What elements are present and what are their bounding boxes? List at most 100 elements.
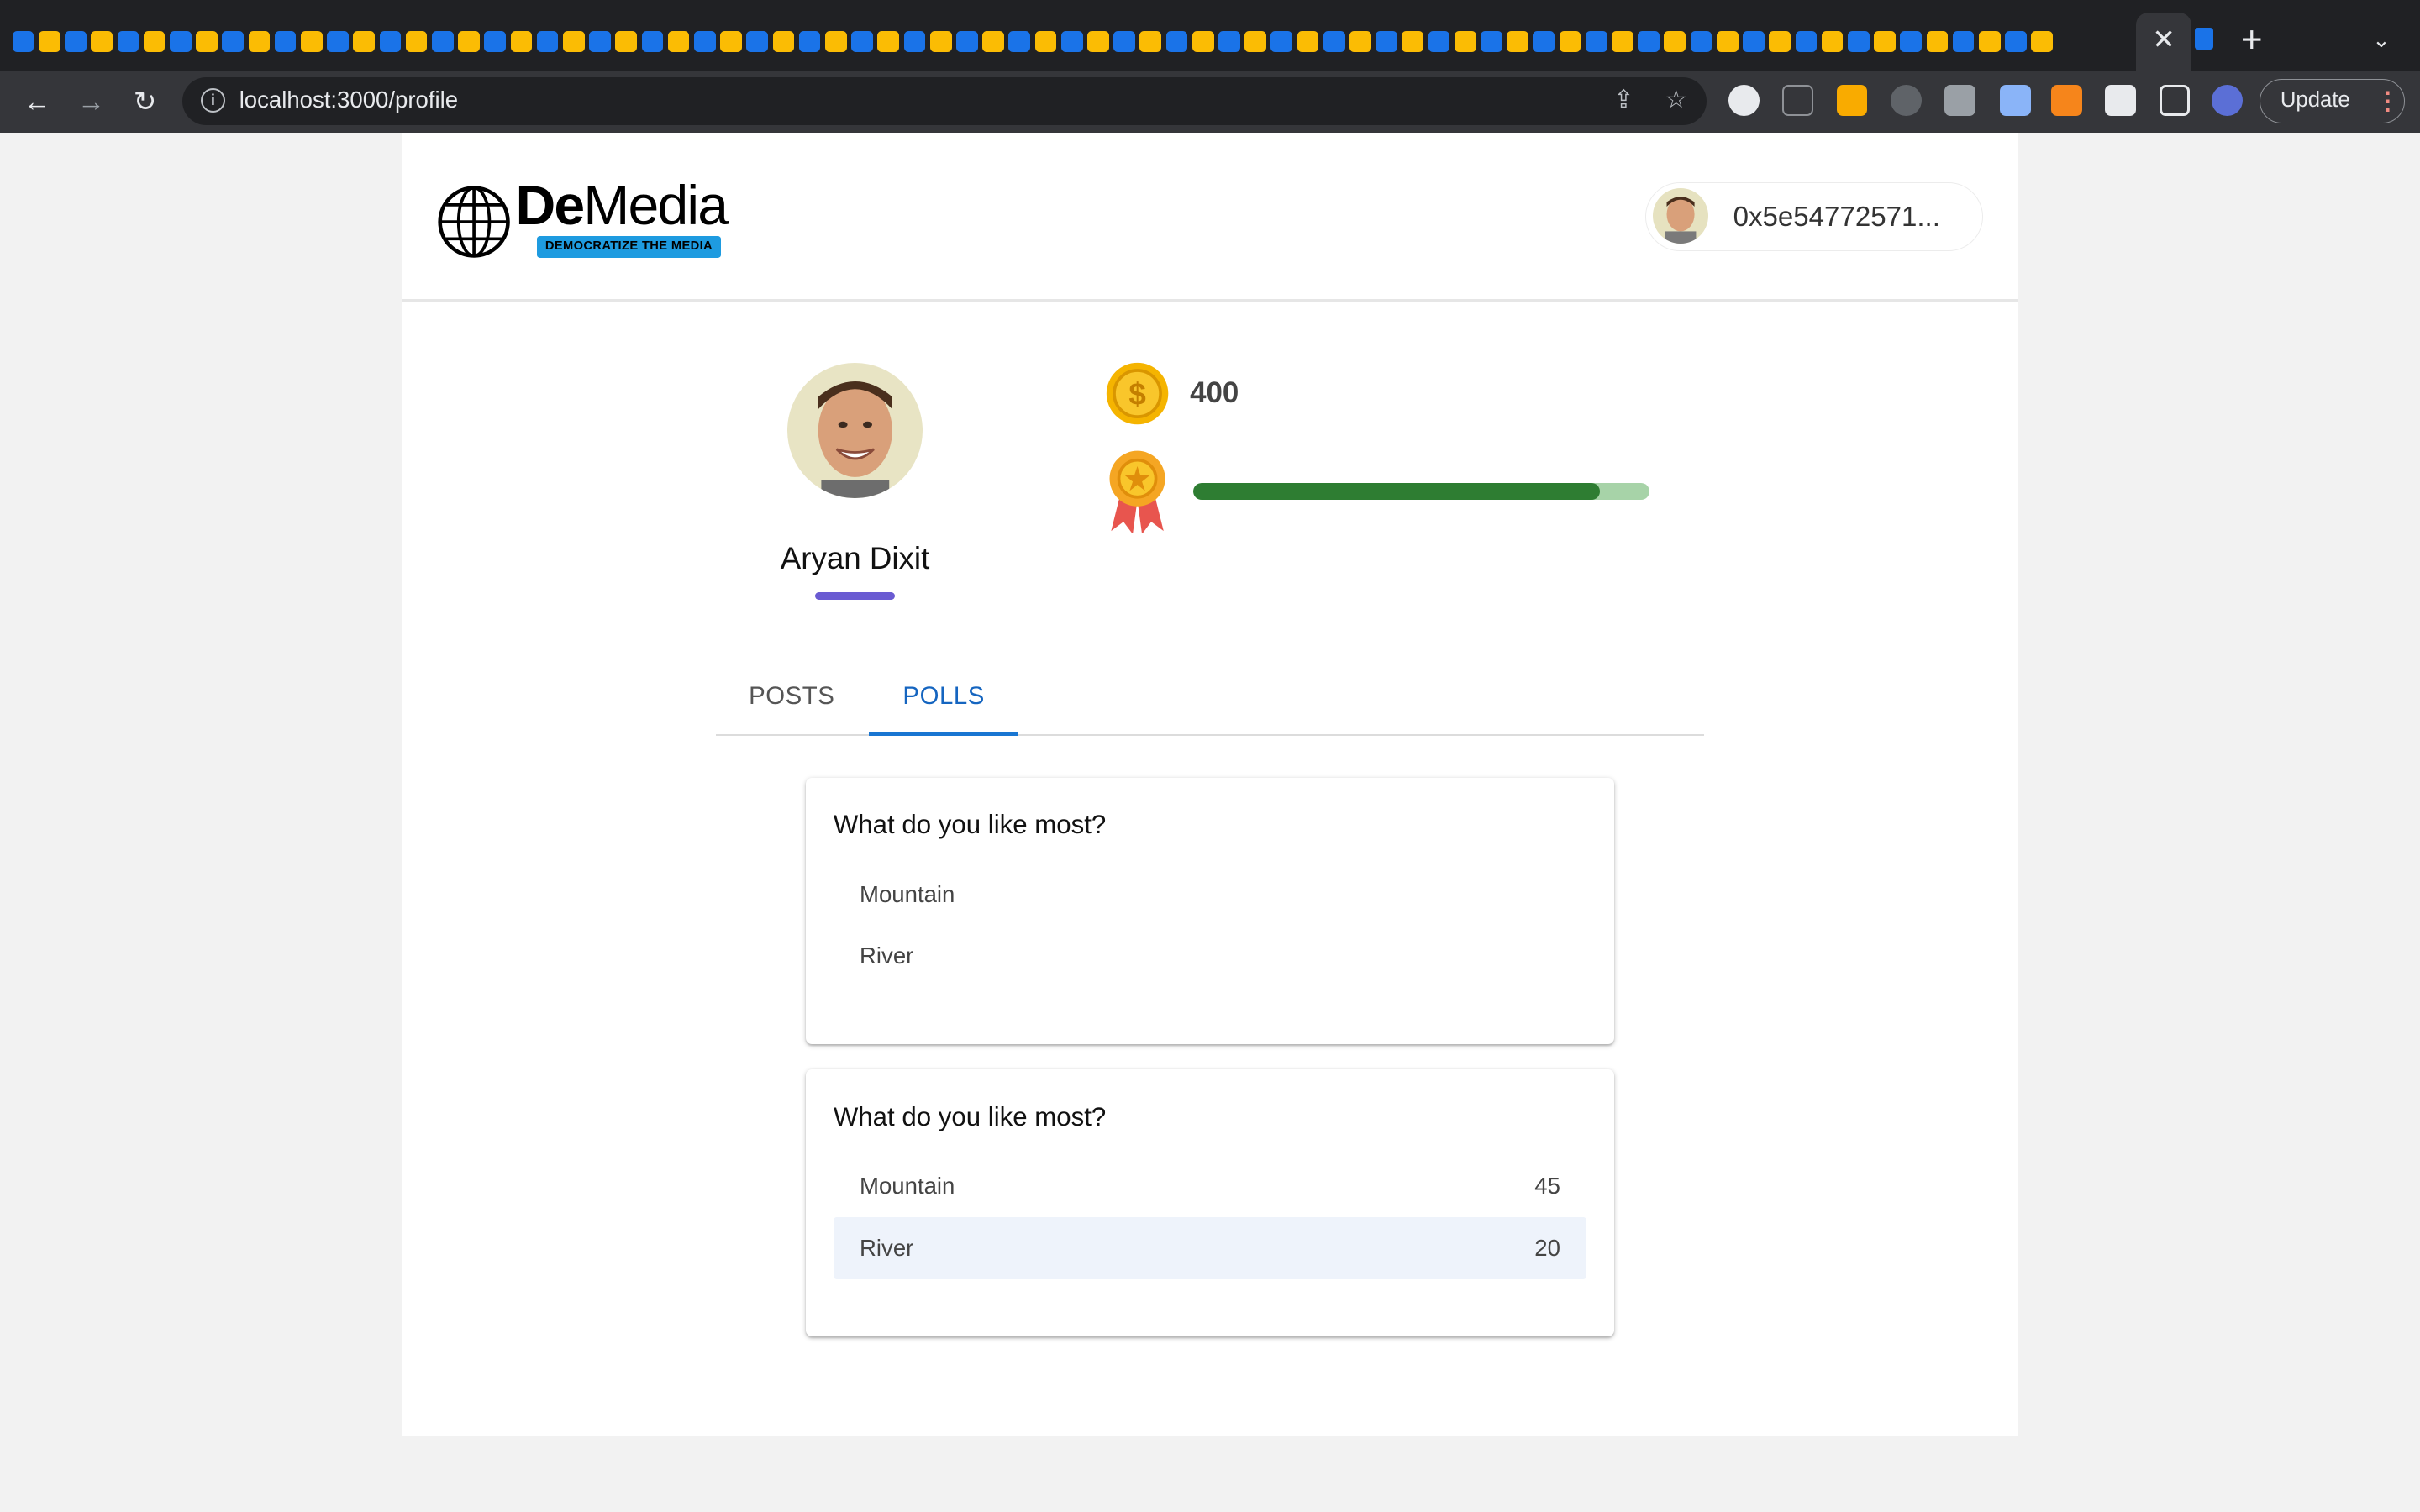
tab-favicon-icon[interactable]	[379, 30, 402, 53]
tab-favicon-icon[interactable]	[1743, 30, 1765, 53]
tab-favicon-icon[interactable]	[143, 30, 166, 53]
extensions-puzzle-icon[interactable]	[2105, 85, 2137, 116]
tab-favicon-icon[interactable]	[1716, 30, 1739, 53]
more-menu-icon[interactable]: ⋮	[2375, 87, 2400, 118]
tab-favicon-icon[interactable]	[615, 30, 638, 53]
address-url[interactable]: localhost:3000/profile	[239, 85, 857, 116]
pinned-tab-strip[interactable]	[12, 24, 2127, 58]
tab-favicon-icon[interactable]	[1481, 30, 1502, 53]
tab-favicon-icon[interactable]	[851, 30, 873, 53]
tab-favicon-icon[interactable]	[562, 30, 585, 53]
tab-favicon-icon[interactable]	[458, 30, 480, 53]
tab-favicon-icon[interactable]	[877, 30, 900, 53]
extension-briefcase-icon[interactable]	[1944, 85, 1975, 116]
tab-favicon-icon[interactable]	[327, 30, 349, 53]
tab-search-chevron-icon[interactable]: ⌄	[2365, 22, 2398, 59]
tab-favicon-icon[interactable]	[1585, 30, 1607, 53]
tab-favicon-icon[interactable]	[1900, 30, 1923, 53]
tab-favicon-icon[interactable]	[1165, 30, 1188, 53]
extension-eyedropper-icon[interactable]	[2000, 85, 2032, 116]
tab-favicon-icon[interactable]	[772, 30, 795, 53]
tab-favicon-icon[interactable]	[1034, 30, 1057, 53]
tab-favicon-icon[interactable]	[1507, 30, 1528, 53]
tab-favicon-icon[interactable]	[903, 30, 926, 53]
tab-favicon-icon[interactable]	[38, 30, 60, 53]
share-icon[interactable]: ⇪	[1608, 85, 1639, 116]
tab-favicon-icon[interactable]	[2194, 28, 2213, 50]
tab-favicon-icon[interactable]	[1664, 30, 1686, 53]
tab-favicon-icon[interactable]	[248, 30, 271, 53]
close-tab-icon[interactable]: ✕	[2149, 22, 2180, 59]
metamask-fox-icon[interactable]	[2051, 85, 2082, 116]
tab-favicon-icon[interactable]	[929, 30, 952, 53]
tab-favicon-icon[interactable]	[1559, 30, 1581, 53]
tab-favicon-icon[interactable]	[589, 30, 611, 53]
poll-option[interactable]: River	[834, 926, 1586, 987]
tab-favicon-icon[interactable]	[667, 30, 690, 53]
site-info-icon[interactable]: i	[200, 87, 226, 113]
tab-favicon-icon[interactable]	[1270, 30, 1293, 53]
tab-favicon-icon[interactable]	[274, 30, 297, 53]
app-logo-text[interactable]: DeMedia	[515, 175, 747, 237]
tab-favicon-icon[interactable]	[1978, 30, 2001, 53]
extension-mail-icon[interactable]	[1782, 85, 1814, 116]
tab-favicon-icon[interactable]	[1192, 30, 1214, 53]
tab-favicon-icon[interactable]	[746, 30, 769, 53]
tab-favicon-icon[interactable]	[1349, 30, 1371, 53]
tab-favicon-icon[interactable]	[1795, 30, 1818, 53]
tab-favicon-icon[interactable]	[1139, 30, 1162, 53]
tab-favicon-icon[interactable]	[1769, 30, 1791, 53]
tab-favicon-icon[interactable]	[720, 30, 742, 53]
profile-avatar-icon[interactable]	[2212, 85, 2243, 116]
poll-option[interactable]: Mountain	[834, 864, 1586, 926]
tab-favicon-icon[interactable]	[693, 30, 716, 53]
tab-favicon-icon[interactable]	[91, 30, 113, 53]
tab-favicon-icon[interactable]	[641, 30, 664, 53]
poll-option[interactable]: Mountain 45	[834, 1156, 1586, 1217]
tab-favicon-icon[interactable]	[982, 30, 1004, 53]
tab-favicon-icon[interactable]	[1060, 30, 1083, 53]
tab-favicon-icon[interactable]	[1638, 30, 1660, 53]
tab-favicon-icon[interactable]	[300, 30, 323, 53]
tab-favicon-icon[interactable]	[510, 30, 533, 53]
back-arrow-icon[interactable]: ←	[15, 81, 58, 123]
tab-favicon-icon[interactable]	[12, 30, 34, 53]
bookmark-star-icon[interactable]: ☆	[1660, 85, 1691, 116]
tab-favicon-icon[interactable]	[798, 30, 821, 53]
tab-favicon-icon[interactable]	[536, 30, 559, 53]
tab-favicon-icon[interactable]	[1087, 30, 1109, 53]
tab-favicon-icon[interactable]	[956, 30, 978, 53]
new-tab-button[interactable]: +	[2235, 20, 2269, 60]
tab-favicon-icon[interactable]	[1690, 30, 1712, 53]
tab-favicon-icon[interactable]	[1952, 30, 1975, 53]
tab-favicon-icon[interactable]	[824, 30, 847, 53]
tab-favicon-icon[interactable]	[1926, 30, 1949, 53]
tab-favicon-icon[interactable]	[1376, 30, 1397, 53]
tab-favicon-icon[interactable]	[1874, 30, 1896, 53]
tab-favicon-icon[interactable]	[1612, 30, 1634, 53]
tab-favicon-icon[interactable]	[1297, 30, 1319, 53]
reload-icon[interactable]: ↻	[124, 81, 166, 123]
tab-favicon-icon[interactable]	[1428, 30, 1450, 53]
side-panel-icon[interactable]	[2159, 85, 2191, 116]
tab-favicon-icon[interactable]	[1244, 30, 1266, 53]
tab-favicon-icon[interactable]	[1454, 30, 1476, 53]
tab-posts[interactable]: POSTS	[723, 673, 861, 719]
extension-paw-icon[interactable]	[1728, 85, 1760, 116]
tab-favicon-icon[interactable]	[353, 30, 376, 53]
tab-favicon-icon[interactable]	[117, 30, 139, 53]
tab-favicon-icon[interactable]	[1533, 30, 1555, 53]
tab-favicon-icon[interactable]	[196, 30, 218, 53]
tab-favicon-icon[interactable]	[1008, 30, 1031, 53]
profile-avatar[interactable]	[786, 362, 923, 499]
tab-favicon-icon[interactable]	[169, 30, 192, 53]
tab-favicon-icon[interactable]	[1402, 30, 1424, 53]
tab-favicon-icon[interactable]	[65, 30, 87, 53]
tab-favicon-icon[interactable]	[1323, 30, 1345, 53]
wallet-avatar[interactable]	[1653, 188, 1709, 244]
extension-lock-icon[interactable]	[1836, 85, 1868, 116]
tab-favicon-icon[interactable]	[484, 30, 507, 53]
forward-arrow-icon[interactable]: →	[70, 81, 113, 123]
extension-bug-icon[interactable]	[1890, 85, 1922, 116]
wallet-address[interactable]: 0x5e54772571...	[1733, 201, 1965, 234]
